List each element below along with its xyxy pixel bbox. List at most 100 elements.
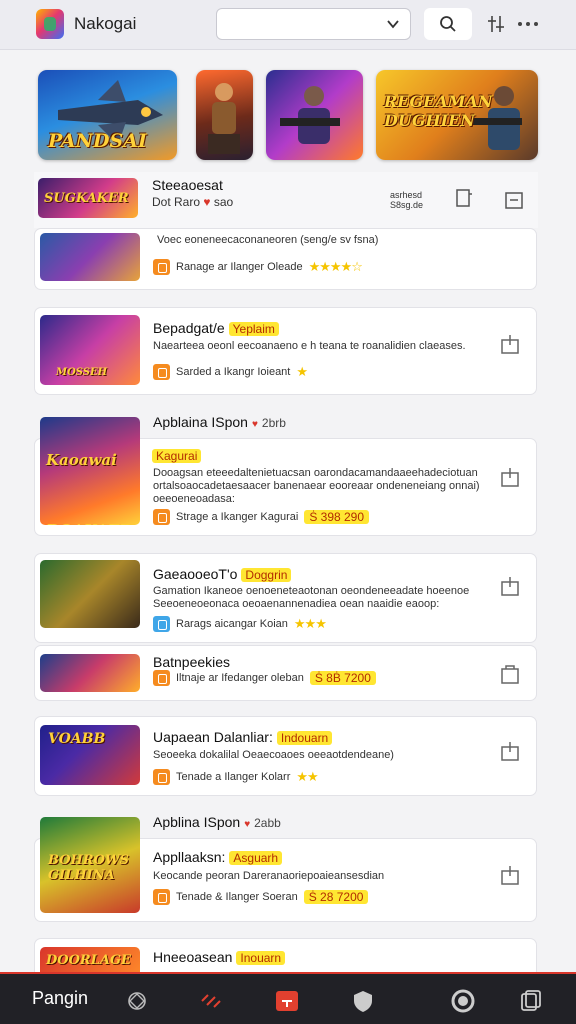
list-item[interactable]: Voec eoneneecaconaneoren (seng/e sv fsna… (34, 228, 537, 290)
app-thumbnail: Kaoawai DOAKAER (40, 417, 140, 525)
app-badge-icon (153, 509, 170, 525)
share-icon[interactable] (504, 188, 524, 210)
thumbnail-title: DOORLAGE (46, 953, 131, 968)
home-icon[interactable] (274, 988, 300, 1014)
app-thumbnail (40, 654, 140, 692)
item-meta: Iltnaje ar Ifedanger oleban Ṡ 8Ḃ 7200 (153, 670, 376, 686)
price-badge: Ṡ 398 290 (304, 510, 370, 524)
featured-banner-1[interactable]: PANDSAI (38, 70, 177, 160)
price-badge: Ṡ 8Ḃ 7200 (309, 671, 376, 685)
list-item[interactable]: GaeaooeoT'o Doggrin Gamation Ikaneoe oeno… (34, 553, 537, 643)
item-description: Naearteea oeonl eecoanaeno e h teana te … (153, 340, 466, 352)
rating-stars: ★★★ (293, 616, 327, 631)
item-description: Gamation Ikaneoe oenoeneteaotonan oeonde… (153, 585, 470, 597)
app-thumbnail: VOABB (40, 725, 140, 785)
item-title: GaeaooeoT'o Doggrin (153, 566, 292, 582)
item-description: Seoeeka dokalilal Oeaecoaoes oeeaotdende… (153, 749, 394, 761)
item-description-line: ortalsoaocadetaesaacer banenaear eooreaa… (153, 480, 480, 492)
app-badge-icon (153, 364, 170, 380)
record-icon[interactable] (450, 988, 476, 1014)
thumbnail-title: MOSSEH (56, 367, 108, 378)
item-meta: Ranage ar Ilanger Oleade ★★★★☆ (153, 259, 363, 275)
item-title: Batnpeekies (153, 654, 231, 670)
item-meta: Strage a Ikanger Kagurai Ṡ 398 290 (153, 509, 370, 525)
app-thumbnail: SUGKAKER (38, 178, 138, 218)
item-tag: Yeplaim (228, 322, 279, 336)
app-badge-icon (153, 670, 170, 686)
app-thumbnail (40, 560, 140, 628)
warrior-art (208, 83, 240, 154)
more-icon[interactable] (516, 13, 540, 35)
item-tag: Inouarn (236, 951, 286, 965)
bottom-nav: Pangin (0, 972, 576, 1024)
link-icon[interactable] (198, 988, 224, 1014)
featured-app-row[interactable]: SUGKAKER Steeaoesat Dot Raro ♥ sao asrhe… (34, 172, 538, 228)
top-bar: Nakogai (0, 0, 576, 50)
app-subtitle: Dot Raro ♥ sao (152, 195, 234, 209)
shield-icon[interactable] (350, 988, 376, 1014)
app-badge-icon (153, 889, 170, 905)
banner-title: REGEAMAN DUGHIEN (384, 92, 493, 130)
featured-banner-4[interactable]: REGEAMAN DUGHIEN (376, 70, 538, 160)
filter-icon[interactable] (486, 13, 506, 35)
bottom-nav-label[interactable]: Pangin (32, 988, 88, 1009)
app-logo-icon[interactable] (36, 9, 64, 39)
rating-stars: ★ (296, 364, 308, 379)
copy-icon[interactable] (454, 188, 474, 210)
item-description: Keocande peoran Dareranaoriepoaieansesdi… (153, 870, 385, 882)
thumbnail-title: SUGKAKER (44, 191, 129, 206)
share-icon[interactable] (501, 334, 519, 354)
app-action-text: asrhesd S8sg.de (390, 190, 424, 210)
share-icon[interactable] (501, 467, 519, 487)
item-title: Uapaean Dalanliar: Indouarn (153, 729, 333, 745)
list-item[interactable]: MOSSEH Bepadgat/e Yeplaim Naearteea oeonl… (34, 307, 537, 395)
chevron-down-icon (387, 20, 399, 29)
item-title: Hneeoasean Inouarn (153, 949, 286, 965)
thumbnail-title: Kaoawai DOAKAER (46, 451, 132, 525)
app-title: Steeaoesat (152, 177, 223, 193)
item-meta: Tenade a Ilanger Kolarr ★★ (153, 769, 319, 785)
rating-stars: ★★ (296, 769, 318, 784)
item-description-line: Seeoeneoeonaca oeoaenannenadiea oean naa… (153, 598, 440, 610)
copy-icon[interactable] (518, 988, 544, 1014)
share-icon[interactable] (501, 576, 519, 596)
app-thumbnail: BOHROWS GILHINA (40, 817, 140, 913)
featured-banner-3[interactable] (266, 70, 363, 160)
item-tag: Kagurai (152, 449, 202, 463)
item-tag: Indouarn (276, 731, 333, 745)
app-badge-icon (153, 616, 170, 632)
search-icon (440, 16, 456, 32)
share-icon[interactable] (501, 741, 519, 761)
list-item[interactable]: Kaoawai DOAKAER Kagurai Dooagsan eteeeda… (34, 417, 537, 536)
item-meta: Sarded a Ikangr Ioieant ★ (153, 364, 308, 380)
item-tag: Doggrin (241, 568, 292, 582)
list-item[interactable]: Batnpeekies Iltnaje ar Ifedanger oleban … (34, 645, 537, 701)
price-badge: Ṡ 28 7200 (303, 890, 369, 904)
featured-banner-2[interactable] (196, 70, 253, 160)
dot-icon: ♥ (244, 819, 251, 830)
rating-stars: ★★★★☆ (308, 259, 363, 274)
item-title: Bepadgat/e Yeplaim (153, 320, 279, 336)
section-header: Apblina ISpon ♥ 2abb (153, 814, 281, 830)
list-item[interactable]: VOABB Uapaean Dalanliar: Indouarn Seoeeka… (34, 716, 537, 796)
category-select[interactable] (216, 8, 411, 40)
app-thumbnail (40, 233, 140, 281)
app-thumbnail: MOSSEH (40, 315, 140, 385)
item-description: Dooagsan eteeedaltenietuacsan oarondacam… (153, 467, 478, 479)
compass-icon[interactable] (124, 988, 150, 1014)
app-name: Nakogai (74, 14, 137, 33)
thumbnail-title: VOABB (48, 731, 106, 747)
heart-icon: ♥ (203, 195, 211, 209)
item-title: Appllaaksn: Asguarh (153, 849, 283, 865)
item-meta: Rarags aicangar Koian ★★★ (153, 616, 327, 632)
dot-icon: ♥ (251, 419, 258, 430)
item-title: Kagurai (148, 447, 202, 463)
list-item[interactable]: BOHROWS GILHINA Appllaaksn: Asguarh Keoca… (34, 817, 537, 922)
app-badge-icon (153, 259, 170, 275)
share-icon[interactable] (501, 865, 519, 885)
search-button[interactable] (424, 8, 472, 40)
section-header: Apblaina ISpon ♥ 2brb (153, 414, 286, 430)
item-meta: Tenade & Ilanger Soeran Ṡ 28 7200 (153, 889, 369, 905)
banner-title: PANDSAI (48, 130, 147, 152)
bag-icon[interactable] (501, 664, 519, 684)
